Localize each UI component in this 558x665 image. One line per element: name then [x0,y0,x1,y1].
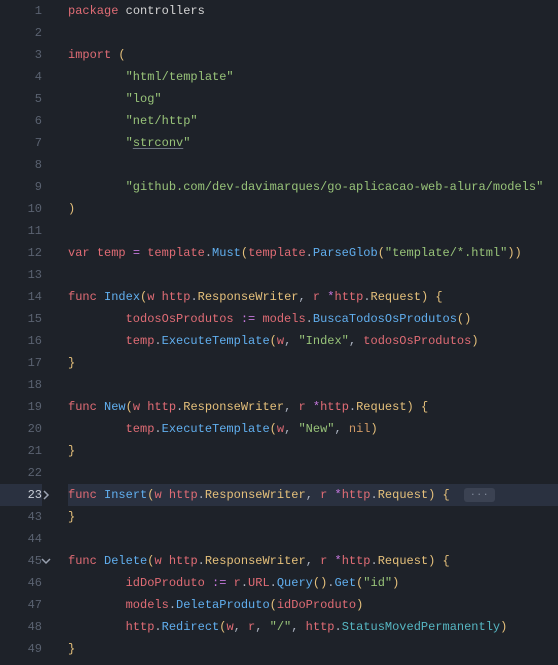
line-number: 5 [0,88,42,110]
code-line: temp.ExecuteTemplate(w, "Index", todosOs… [68,330,558,352]
line-number: 13 [0,264,42,286]
line-number: 10 [0,198,42,220]
code-line: func Insert(w http.ResponseWriter, r *ht… [68,484,558,506]
code-line: http.Redirect(w, r, "/", http.StatusMove… [68,616,558,638]
line-number: 44 [0,528,42,550]
code-editor: 1 2 3 4 5 6 7 8 9 10 11 12 13 14 15 16 1… [0,0,558,660]
code-line: temp.ExecuteTemplate(w, "New", nil) [68,418,558,440]
line-number: 2 [0,22,42,44]
code-line [68,462,558,484]
line-number: 20 [0,418,42,440]
line-number: 11 [0,220,42,242]
code-line: func Delete(w http.ResponseWriter, r *ht… [68,550,558,572]
line-number: 21 [0,440,42,462]
code-line: func Index(w http.ResponseWriter, r *htt… [68,286,558,308]
code-line: "net/http" [68,110,558,132]
line-number: 49 [0,638,42,660]
code-line: models.DeletaProduto(idDoProduto) [68,594,558,616]
code-line: "log" [68,88,558,110]
line-number: 22 [0,462,42,484]
line-number: 45 [0,550,42,572]
line-number: 14 [0,286,42,308]
code-line: todosOsProdutos := models.BuscaTodosOsPr… [68,308,558,330]
code-line: idDoProduto := r.URL.Query().Get("id") [68,572,558,594]
code-line [68,22,558,44]
line-number: 7 [0,132,42,154]
line-number: 17 [0,352,42,374]
line-number: 43 [0,506,42,528]
line-number: 46 [0,572,42,594]
line-number: 19 [0,396,42,418]
code-line: "html/template" [68,66,558,88]
line-number: 12 [0,242,42,264]
line-number: 3 [0,44,42,66]
line-number: 9 [0,176,42,198]
code-line: func New(w http.ResponseWriter, r *http.… [68,396,558,418]
line-number: 8 [0,154,42,176]
code-line: } [68,506,558,528]
code-line [68,264,558,286]
code-line [68,374,558,396]
line-number-gutter: 1 2 3 4 5 6 7 8 9 10 11 12 13 14 15 16 1… [0,0,50,660]
line-number: 15 [0,308,42,330]
code-line [68,154,558,176]
code-line: var temp = template.Must(template.ParseG… [68,242,558,264]
code-line: package controllers [68,0,558,22]
code-area[interactable]: package controllers import ( "html/templ… [50,0,558,660]
code-line [68,528,558,550]
line-number: 23 [0,484,42,506]
code-line: "github.com/dev-davimarques/go-aplicacao… [68,176,558,198]
line-number: 48 [0,616,42,638]
code-line: } [68,440,558,462]
line-number: 4 [0,66,42,88]
code-line: "strconv" [68,132,558,154]
code-line [68,220,558,242]
code-line: import ( [68,44,558,66]
line-number: 47 [0,594,42,616]
line-number: 6 [0,110,42,132]
line-number: 18 [0,374,42,396]
code-line: } [68,638,558,660]
chevron-right-icon[interactable] [40,484,52,506]
chevron-down-icon[interactable] [40,550,52,572]
code-line: } [68,352,558,374]
folded-code-pill[interactable]: ··· [464,488,495,502]
line-number: 16 [0,330,42,352]
code-line: ) [68,198,558,220]
line-number: 1 [0,0,42,22]
